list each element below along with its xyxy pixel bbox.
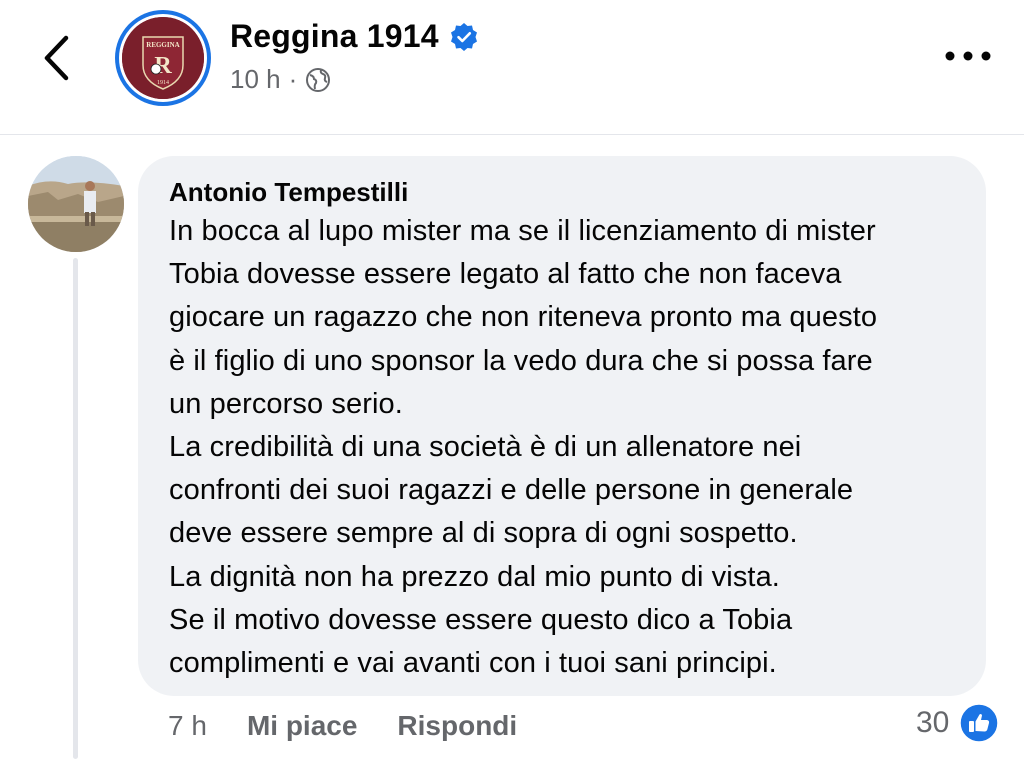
back-button[interactable] — [36, 32, 76, 84]
post-timestamp[interactable]: 10 h — [230, 64, 281, 95]
comment-actions: 7 h Mi piace Rispondi — [168, 706, 557, 746]
svg-text:1914: 1914 — [157, 80, 169, 86]
comment-text: In bocca al lupo mister ma se il licenzi… — [169, 215, 878, 680]
chevron-left-icon — [44, 35, 69, 81]
page-name-row: Reggina 1914 — [230, 18, 479, 55]
post-page: REGGINA R 1914 Reggina 1914 10 h · Anton… — [0, 0, 1024, 759]
commenter-avatar[interactable] — [28, 156, 124, 252]
globe-icon — [306, 67, 331, 92]
reply-button[interactable]: Rispondi — [397, 710, 517, 742]
more-horizontal-icon — [945, 51, 991, 61]
verified-badge-icon — [450, 22, 477, 51]
reaction-summary[interactable]: 30 — [916, 702, 1000, 744]
like-button[interactable]: Mi piace — [247, 710, 357, 742]
page-avatar[interactable]: REGGINA R 1914 — [115, 10, 211, 106]
more-options-button[interactable] — [940, 36, 996, 76]
comment-time[interactable]: 7 h — [168, 710, 207, 742]
comment-bubble: Antonio Tempestilli In bocca al lupo mis… — [138, 156, 986, 696]
thread-line — [73, 258, 78, 759]
post-meta: 10 h · — [230, 64, 331, 95]
commenter-photo — [28, 156, 124, 252]
like-reaction-icon — [959, 703, 1000, 743]
reggina-logo: REGGINA R 1914 — [122, 17, 204, 99]
meta-separator: · — [288, 64, 298, 94]
reaction-count: 30 — [916, 706, 950, 739]
page-name[interactable]: Reggina 1914 — [230, 18, 439, 55]
post-header: REGGINA R 1914 Reggina 1914 10 h · — [0, 0, 1024, 135]
comment-author[interactable]: Antonio Tempestilli — [169, 176, 956, 210]
svg-text:REGGINA: REGGINA — [146, 41, 179, 49]
